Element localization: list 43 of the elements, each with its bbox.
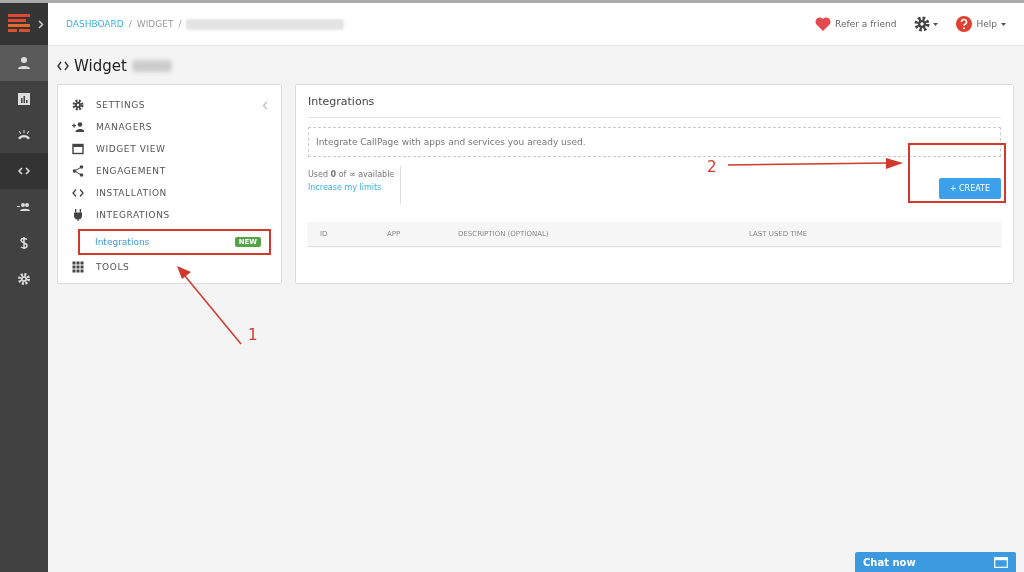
dollar-icon (17, 236, 31, 250)
settings-icon (17, 272, 31, 286)
settings-icon (914, 16, 931, 32)
window-icon (994, 556, 1008, 568)
share-icon (72, 165, 84, 177)
code-icon (57, 61, 69, 71)
annotation-number: 1 (248, 326, 258, 344)
grid-icon (72, 261, 84, 273)
chevron-right-icon[interactable] (38, 19, 44, 29)
annotation-number: 2 (707, 158, 717, 176)
phone-icon (17, 128, 31, 142)
code-icon (72, 187, 84, 199)
person-add-icon (72, 121, 84, 133)
chart-icon (17, 92, 31, 106)
help-menu[interactable]: Help (976, 19, 1006, 29)
page-title: Widget (74, 57, 127, 75)
menu-item[interactable]: ENGAGEMENT (68, 160, 271, 182)
menu-item[interactable]: INSTALLATION (68, 182, 271, 204)
plug-icon (72, 209, 84, 221)
help-icon[interactable] (956, 16, 973, 32)
menu-item[interactable]: TOOLS (68, 256, 271, 278)
info-text: Integrate CallPage with apps and services you aready used. (316, 137, 586, 147)
person-icon (17, 56, 31, 70)
window-icon (72, 143, 84, 155)
breadcrumb-separator: / (128, 19, 132, 29)
people-icon (17, 200, 31, 214)
menu-item[interactable]: MANAGERS (68, 116, 271, 138)
settings-icon (72, 99, 84, 111)
rail-item[interactable] (0, 45, 48, 81)
submenu-label: Integrations (95, 237, 150, 247)
settings-menu[interactable] (914, 16, 939, 32)
caret-icon (933, 22, 939, 26)
usage-text: Used 0 of ∞ available (308, 169, 395, 179)
redacted-text (131, 60, 172, 72)
logo-icon[interactable] (8, 14, 30, 34)
menu-item[interactable]: SETTINGS (68, 94, 271, 116)
heart-icon (815, 17, 832, 31)
breadcrumb-separator: / (178, 19, 182, 29)
menu-item[interactable]: INTEGRATIONS (68, 204, 271, 226)
refer-link[interactable]: Refer a friend (835, 19, 897, 29)
caret-icon (1001, 22, 1006, 26)
panel-title: Integrations (308, 95, 1001, 118)
menu-item[interactable]: WIDGET VIEW (68, 138, 271, 160)
